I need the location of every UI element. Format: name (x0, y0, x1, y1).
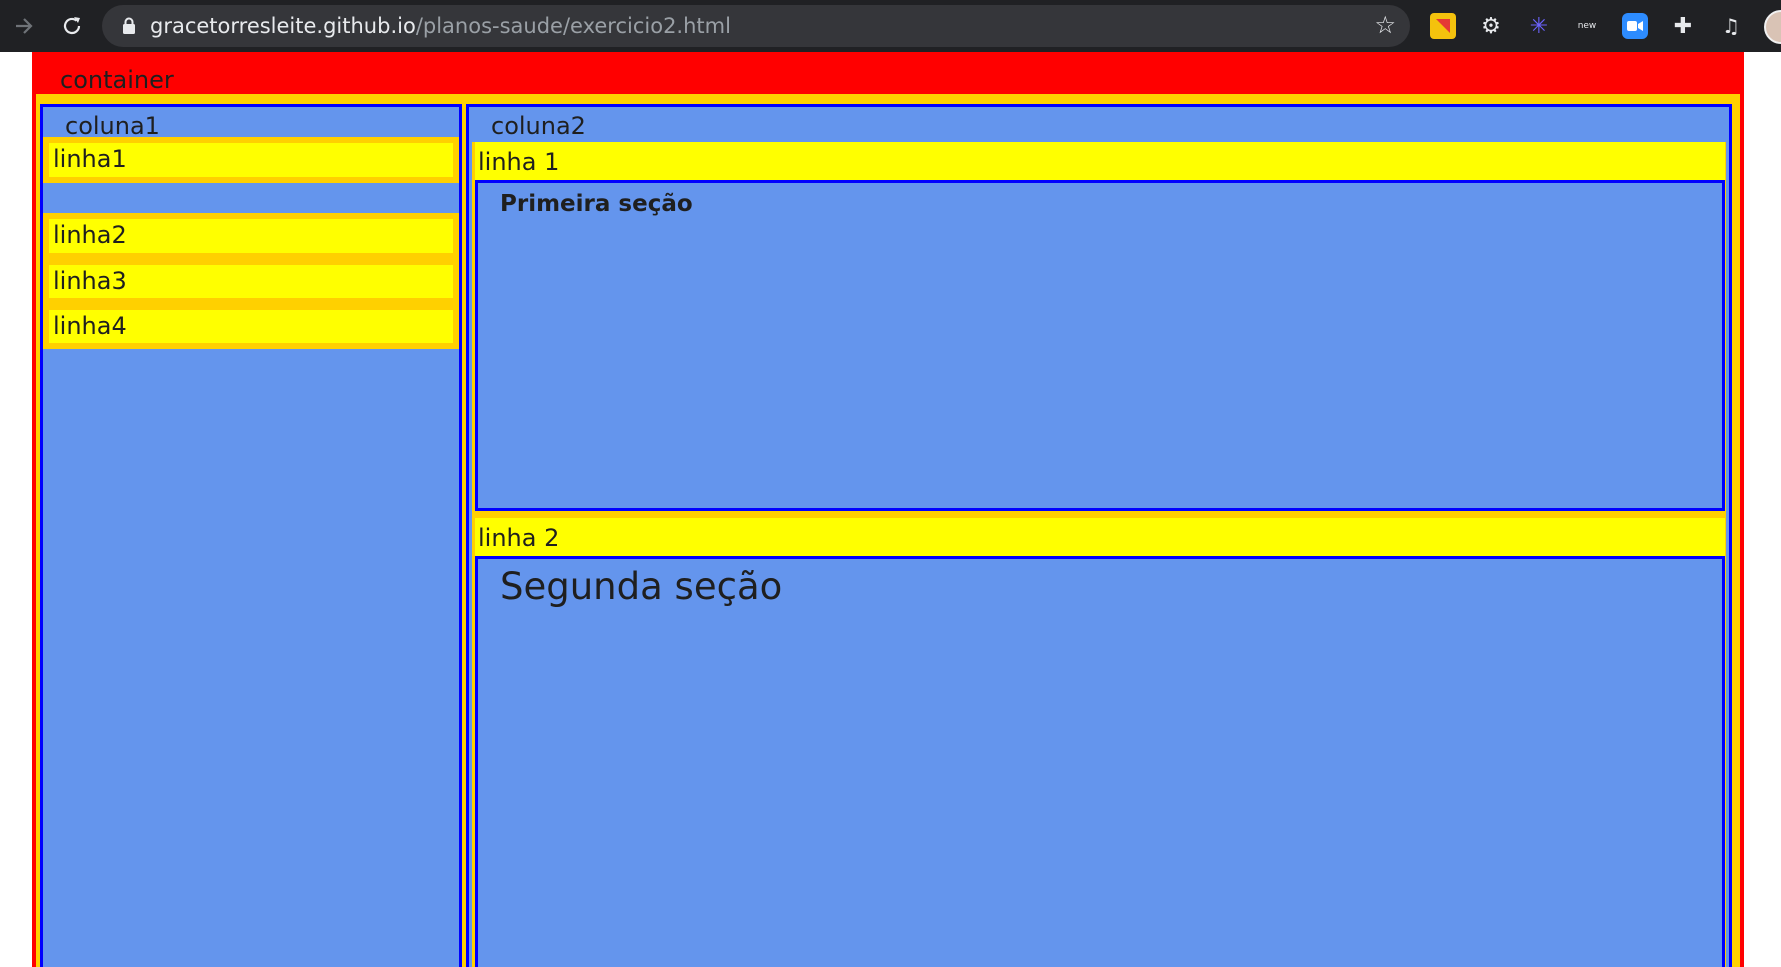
container-box: container coluna1 linha1 linha2 linha3 l… (32, 52, 1744, 967)
coluna2-label: coluna2 (491, 112, 586, 140)
linha2-row: linha2 (43, 213, 459, 259)
coluna2-inner: linha 1 Primeira seção linha 2 Segunda s… (472, 142, 1726, 967)
media-icon[interactable]: ♫ (1718, 13, 1744, 39)
section1-title: Primeira seção (500, 191, 693, 217)
linha2-strip: linha 2 (475, 518, 1725, 556)
linha2-label: linha2 (53, 221, 127, 249)
coluna1: coluna1 linha1 linha2 linha3 linha4 (40, 104, 462, 967)
linha2-strip-label: linha 2 (478, 524, 560, 552)
reload-icon[interactable] (52, 6, 92, 46)
url-text: gracetorresleite.github.io/planos-saude/… (150, 14, 731, 38)
linha1-label: linha1 (53, 145, 127, 173)
coluna1-label: coluna1 (65, 112, 160, 140)
coluna2: coluna2 linha 1 Primeira seção linha 2 S… (466, 104, 1732, 967)
linha4-row: linha4 (43, 304, 459, 349)
linha3-label: linha3 (53, 267, 127, 295)
section2-title: Segunda seção (500, 565, 783, 608)
forward-icon[interactable] (4, 6, 44, 46)
url-host: gracetorresleite.github.io (150, 14, 416, 38)
lock-icon (122, 17, 136, 35)
address-bar[interactable]: gracetorresleite.github.io/planos-saude/… (102, 5, 1410, 47)
gear-icon[interactable]: ⚙ (1478, 13, 1504, 39)
linha1-row: linha1 (43, 137, 459, 183)
puzzle-icon[interactable]: ✚ (1670, 13, 1696, 39)
linha4-label: linha4 (53, 312, 127, 340)
avatar[interactable] (1764, 10, 1781, 44)
linha1-strip-label: linha 1 (478, 148, 560, 176)
browser-toolbar: gracetorresleite.github.io/planos-saude/… (0, 0, 1781, 52)
sparkle-icon[interactable]: ✳ (1526, 13, 1552, 39)
container-label: container (60, 66, 174, 94)
new-extension-icon[interactable]: new (1574, 13, 1600, 39)
bookmark-extension-icon[interactable] (1430, 13, 1456, 39)
primeira-secao: Primeira seção (475, 180, 1725, 511)
linha1-strip: linha 1 (475, 142, 1725, 180)
url-path: /planos-saude/exercicio2.html (415, 14, 731, 38)
star-icon[interactable]: ☆ (1374, 11, 1396, 39)
linha3-row: linha3 (43, 259, 459, 304)
zoom-icon[interactable] (1622, 13, 1648, 39)
segunda-secao: Segunda seção (475, 556, 1725, 967)
